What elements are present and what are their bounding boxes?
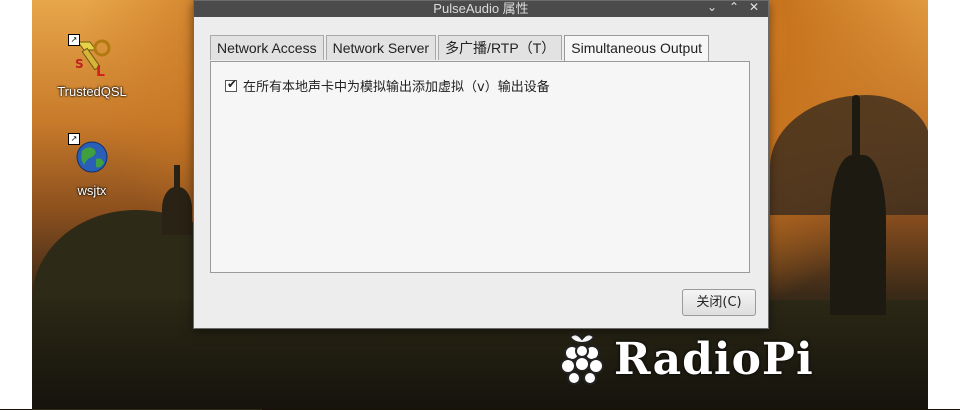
trustedqsl-icon: ↗ L S bbox=[68, 34, 112, 80]
desktop-icon-label: wsjtx bbox=[77, 183, 107, 198]
virtual-output-option[interactable]: ✔ 在所有本地声卡中为模拟输出添加虚拟（v）输出设备 bbox=[225, 76, 550, 95]
shortcut-arrow-icon: ↗ bbox=[68, 34, 80, 46]
tab-multicast-rtp[interactable]: 多广播/RTP（T） bbox=[438, 35, 563, 60]
pulseaudio-properties-window: PulseAudio 属性 ⌄ ⌃ ✕ Network Access Netwo… bbox=[193, 0, 769, 329]
window-close-button[interactable]: ✕ bbox=[746, 0, 762, 15]
tab-network-access[interactable]: Network Access bbox=[210, 35, 324, 60]
radiopi-logo: RadioPi bbox=[556, 324, 814, 394]
tab-network-server[interactable]: Network Server bbox=[325, 35, 437, 60]
left-border bbox=[0, 0, 32, 409]
tab-bar: Network Access Network Server 多广播/RTP（T）… bbox=[210, 35, 711, 62]
window-menu-button[interactable]: ⌄ bbox=[704, 0, 720, 15]
raspberry-icon bbox=[560, 333, 604, 385]
window-titlebar[interactable]: PulseAudio 属性 ⌄ ⌃ ✕ bbox=[194, 0, 768, 17]
radiopi-logo-text: RadioPi bbox=[614, 333, 814, 385]
background-temple bbox=[162, 165, 192, 235]
checkmark-icon: ✔ bbox=[227, 76, 238, 91]
desktop-icon-wsjtx[interactable]: ↗ wsjtx bbox=[47, 133, 137, 198]
shortcut-arrow-icon: ↗ bbox=[68, 133, 80, 145]
svg-text:L: L bbox=[96, 64, 105, 78]
right-border bbox=[928, 0, 960, 409]
close-button[interactable]: 关闭(C) bbox=[682, 289, 756, 316]
tab-simultaneous-output[interactable]: Simultaneous Output bbox=[564, 35, 710, 62]
desktop-icon-trustedqsl[interactable]: ↗ L S TrustedQSL bbox=[47, 34, 137, 99]
window-minimize-button[interactable]: ⌃ bbox=[726, 0, 742, 15]
background-pagoda bbox=[826, 95, 888, 315]
virtual-output-label[interactable]: 在所有本地声卡中为模拟输出添加虚拟（v）输出设备 bbox=[243, 76, 550, 95]
window-title: PulseAudio 属性 bbox=[433, 1, 529, 16]
desktop-icon-label: TrustedQSL bbox=[57, 84, 127, 99]
svg-text:S: S bbox=[75, 57, 84, 71]
globe-icon: ↗ bbox=[68, 133, 112, 177]
simultaneous-output-panel: ✔ 在所有本地声卡中为模拟输出添加虚拟（v）输出设备 bbox=[210, 61, 750, 273]
virtual-output-checkbox[interactable]: ✔ bbox=[225, 76, 238, 92]
